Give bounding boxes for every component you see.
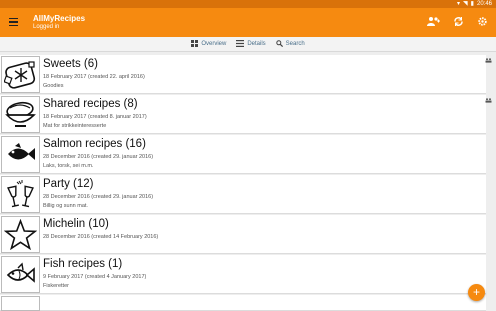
category-list: Sweets (6) 18 February 2017 (created 22.…: [0, 55, 496, 311]
recipe-thumbnail: [1, 296, 40, 311]
overview-tab[interactable]: Overview: [191, 39, 227, 49]
category-title: Party (12): [43, 178, 94, 190]
category-date: 9 February 2017 (created 4 January 2017): [43, 274, 147, 280]
category-row[interactable]: Shared recipes (8) 18 February 2017 (cre…: [0, 95, 492, 134]
settings-icon[interactable]: [477, 16, 488, 31]
add-group-icon[interactable]: [426, 16, 440, 31]
category-row[interactable]: Salmon recipes (16) 28 December 2016 (cr…: [0, 135, 486, 174]
app-title: AllMyRecipes: [33, 14, 86, 23]
category-row[interactable]: Party (12) 28 December 2016 (created 29.…: [0, 175, 486, 214]
category-description: Fiskeretter: [43, 283, 69, 289]
search-icon: [275, 39, 283, 49]
category-row[interactable]: Sweets (6) 18 February 2017 (created 22.…: [0, 55, 492, 94]
view-toolbar: Overview Details Search: [0, 37, 496, 52]
category-title: Michelin (10): [43, 218, 109, 230]
snowflake-icon: [1, 56, 40, 93]
category-title: Sweets (6): [43, 58, 98, 70]
category-row[interactable]: Fish recipes (1) 9 February 2017 (create…: [0, 255, 486, 294]
champagne-icon: [1, 176, 40, 213]
category-row[interactable]: [0, 295, 486, 311]
sync-icon[interactable]: [453, 16, 464, 31]
star-icon: [1, 216, 40, 253]
category-date: 18 February 2017 (created 8. januar 2017…: [43, 114, 147, 120]
list-icon: [236, 39, 245, 49]
category-description: Billig og sunn mat.: [43, 203, 88, 209]
status-time: 20:46: [476, 1, 492, 7]
category-date: 28 December 2016 (created 14 February 20…: [43, 234, 159, 240]
status-bar: ▾ ◥ ▮ 20:46: [0, 0, 496, 8]
status-icons: ▾ ◥ ▮ 20:46: [457, 0, 492, 8]
category-row[interactable]: Michelin (10) 28 December 2016 (created …: [0, 215, 486, 254]
app-bar: AllMyRecipes Logged in: [0, 8, 496, 37]
category-date: 28 December 2016 (created 29. januar 201…: [43, 154, 154, 160]
category-date: 28 December 2016 (created 29. januar 201…: [43, 194, 154, 200]
app-subtitle: Logged in: [33, 24, 60, 30]
category-title: Fish recipes (1): [43, 258, 123, 270]
shared-icon: [485, 98, 492, 105]
category-date: 18 February 2017 (created 22. april 2016…: [43, 74, 145, 80]
shared-icon: [485, 58, 492, 65]
category-title: Shared recipes (8): [43, 98, 138, 110]
app-actions: [426, 16, 488, 31]
add-button[interactable]: +: [468, 284, 485, 301]
overview-label: Overview: [201, 41, 227, 47]
category-description: Goodies: [43, 83, 64, 89]
bowl-icon: [1, 96, 40, 133]
category-description: Mat for strikkeinteresserte: [43, 123, 107, 129]
sim-icon: ▾: [457, 1, 461, 7]
menu-icon[interactable]: [9, 15, 23, 29]
battery-icon: ▮: [470, 1, 474, 7]
details-tab[interactable]: Details: [236, 39, 266, 49]
grid-icon: [191, 39, 199, 49]
details-label: Details: [247, 41, 266, 47]
category-description: Laks, torsk, sei m.m.: [43, 163, 94, 169]
wifi-icon: ◥: [463, 1, 468, 7]
search-tab[interactable]: Search: [275, 39, 305, 49]
fish-outline-icon: [1, 256, 40, 293]
category-title: Salmon recipes (16): [43, 138, 146, 150]
fish-icon: [1, 136, 40, 173]
search-label: Search: [285, 41, 305, 47]
